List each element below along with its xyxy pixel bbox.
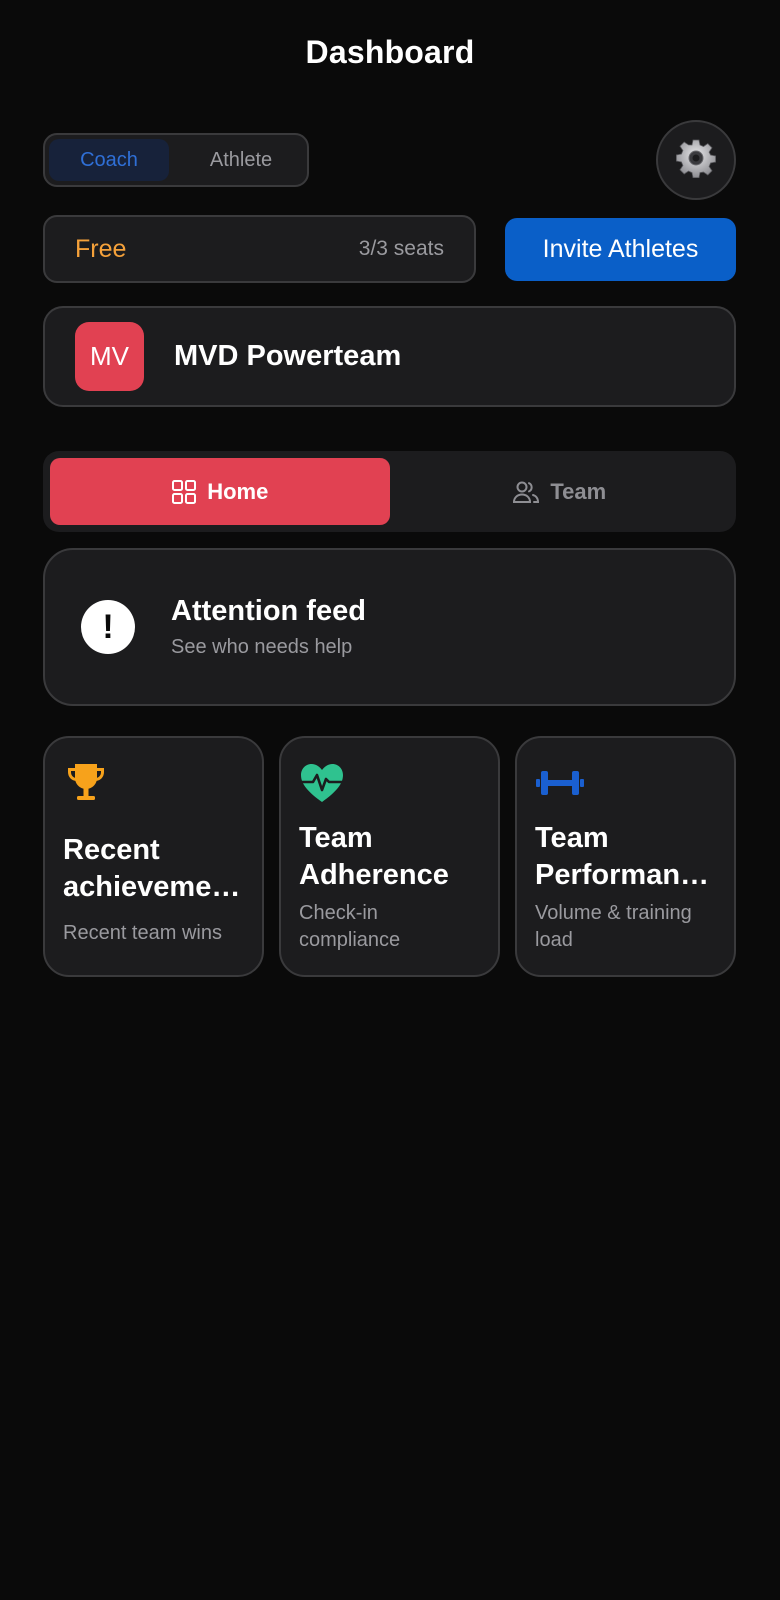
role-toggle: Coach Athlete	[43, 133, 309, 187]
team-name: MVD Powerteam	[174, 340, 402, 372]
plan-badge: Free 3/3 seats	[43, 215, 476, 283]
dumbbell-icon	[535, 758, 716, 808]
tab-home[interactable]: Home	[50, 458, 390, 525]
seat-count: 3/3 seats	[358, 237, 444, 260]
card-subtitle: Recent team wins	[63, 922, 222, 944]
card-subtitle: Check-in compliance	[299, 902, 401, 951]
team-performance-card[interactable]: Team Performan… Volume & training load	[515, 736, 736, 977]
gear-icon	[676, 138, 716, 183]
card-title-line-2: Adherence	[299, 859, 449, 891]
team-avatar: MV	[75, 322, 144, 391]
card-title-line-1: Recent	[63, 834, 160, 866]
exclamation-icon: !	[81, 600, 135, 654]
card-title-line-1: Team	[299, 822, 373, 854]
card-title-line-2: achieveme…	[63, 871, 241, 903]
trophy-icon	[63, 758, 244, 808]
role-option-athlete[interactable]: Athlete	[179, 139, 303, 181]
tab-home-label: Home	[207, 478, 269, 504]
card-title-line-1: Team	[535, 822, 609, 854]
invite-athletes-button[interactable]: Invite Athletes	[505, 218, 736, 281]
attention-subtitle: See who needs help	[171, 636, 353, 658]
tab-team[interactable]: Team	[390, 458, 730, 525]
recent-achievements-card[interactable]: Recent achieveme… Recent team wins	[43, 736, 264, 977]
settings-button[interactable]	[656, 120, 736, 200]
card-subtitle: Volume & training load	[535, 902, 692, 951]
card-title-line-2: Performan…	[535, 859, 710, 891]
users-icon	[512, 480, 540, 504]
attention-title: Attention feed	[171, 595, 366, 627]
role-option-coach[interactable]: Coach	[49, 139, 169, 181]
page-title: Dashboard	[305, 34, 475, 70]
attention-feed-card[interactable]: ! Attention feed See who needs help	[43, 548, 736, 706]
plan-name: Free	[75, 234, 127, 263]
team-adherence-card[interactable]: Team Adherence Check-in compliance	[279, 736, 500, 977]
tab-team-label: Team	[550, 478, 607, 504]
team-card[interactable]: MV MVD Powerteam	[43, 306, 736, 407]
tab-bar: Home Team	[43, 451, 736, 532]
grid-icon	[171, 479, 197, 505]
heartbeat-icon	[299, 758, 480, 808]
dashboard-screen: Dashboard Coach Athlete Free 3/3 seats I…	[0, 0, 780, 1600]
